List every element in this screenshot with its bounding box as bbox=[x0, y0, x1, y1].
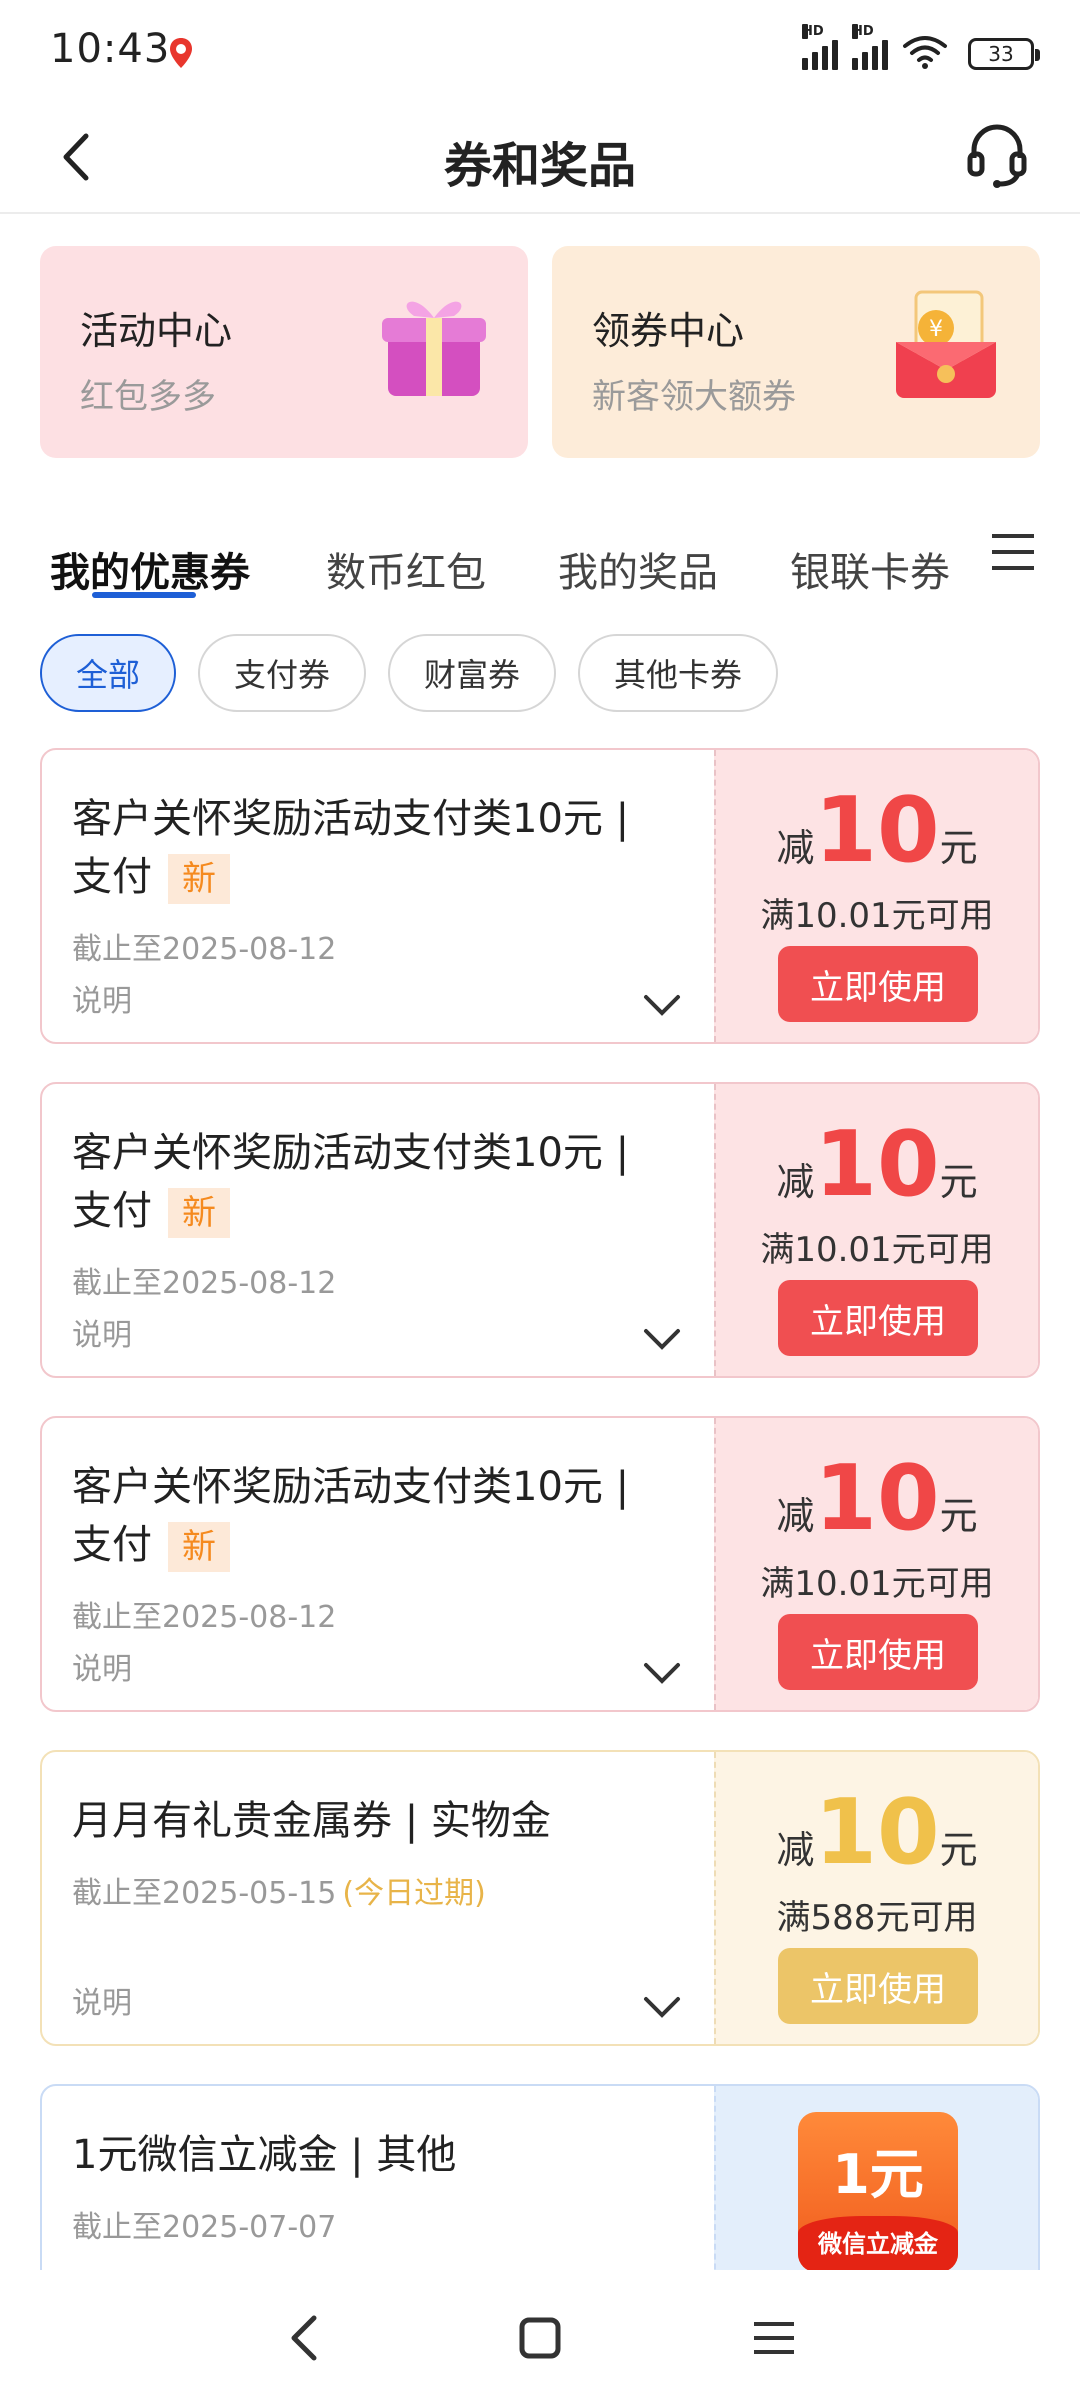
badge-label: 微信立减金 bbox=[798, 2216, 958, 2270]
chevron-down-icon[interactable] bbox=[642, 1994, 682, 2020]
coupon-amount: 减10元 bbox=[776, 778, 978, 883]
nav-back-icon[interactable] bbox=[276, 2310, 336, 2366]
coupon-card[interactable]: 客户关怀奖励活动支付类10元 | 支付新 截止至2025-08-12 说明 减1… bbox=[40, 1082, 1040, 1378]
filter-payment[interactable]: 支付券 bbox=[198, 634, 367, 712]
filter-chips: 全部 支付券 财富券 其他卡券 bbox=[40, 634, 779, 714]
signal-icon: HD bbox=[852, 24, 888, 70]
coupon-title: 客户关怀奖励活动支付类10元 | 支付新 bbox=[72, 1458, 672, 1574]
active-tab-indicator bbox=[92, 592, 196, 598]
tab-my-coupons[interactable]: 我的优惠券 bbox=[50, 540, 250, 598]
wechat-discount-badge: 1元 微信立减金 bbox=[798, 2112, 958, 2270]
coupon-amount: 减10元 bbox=[776, 1112, 978, 1217]
coupon-condition: 满10.01元可用 bbox=[760, 896, 994, 936]
coupon-description-toggle[interactable]: 说明 bbox=[72, 1310, 132, 1354]
coupon-description-toggle[interactable]: 说明 bbox=[72, 1978, 132, 2022]
coupon-card[interactable]: 1元微信立减金 | 其他 截止至2025-07-07 1元 微信立减金 bbox=[40, 2084, 1040, 2270]
gift-box-icon bbox=[382, 301, 486, 396]
battery-icon: 33 bbox=[968, 38, 1040, 70]
page-title: 券和奖品 bbox=[443, 138, 636, 194]
coupon-title: 1元微信立减金 | 其他 bbox=[72, 2132, 457, 2178]
coupon-amount: 减10元 bbox=[776, 1780, 978, 1885]
content-area: 活动中心 红包多多 领券中心 新客领大额券 ¥ 我的优惠券 数币红包 我的奖品 … bbox=[0, 214, 1080, 2270]
expiry-warning: (今日过期) bbox=[342, 1876, 486, 1911]
new-badge: 新 bbox=[168, 1188, 230, 1238]
coupon-amount: 减10元 bbox=[776, 1446, 978, 1551]
coupon-expiry: 截止至2025-07-07 bbox=[72, 2210, 337, 2245]
tab-digital-red-packet[interactable]: 数币红包 bbox=[326, 540, 486, 598]
svg-text:¥: ¥ bbox=[929, 317, 943, 342]
new-badge: 新 bbox=[168, 854, 230, 904]
nav-recents-icon[interactable] bbox=[744, 2310, 804, 2366]
coupon-title: 客户关怀奖励活动支付类10元 | 支付新 bbox=[72, 790, 672, 906]
new-badge: 新 bbox=[168, 1522, 230, 1572]
activity-center-card[interactable]: 活动中心 红包多多 bbox=[40, 246, 528, 458]
coupon-expiry: 截止至2025-08-12 bbox=[72, 1266, 337, 1301]
coupon-card[interactable]: 月月有礼贵金属券 | 实物金 截止至2025-05-15 (今日过期) 说明 减1… bbox=[40, 1750, 1040, 2046]
coupon-center-card[interactable]: 领券中心 新客领大额券 ¥ bbox=[552, 246, 1040, 458]
coupon-card[interactable]: 客户关怀奖励活动支付类10元 | 支付新 截止至2025-08-12 说明 减1… bbox=[40, 748, 1040, 1044]
use-now-button[interactable]: 立即使用 bbox=[778, 1614, 978, 1690]
coupon-condition: 满10.01元可用 bbox=[760, 1564, 994, 1604]
red-envelope-icon: ¥ bbox=[896, 290, 996, 398]
coupon-title: 月月有礼贵金属券 | 实物金 bbox=[72, 1798, 551, 1844]
status-indicators: HD HD 33 bbox=[802, 24, 1040, 70]
coupon-condition: 满588元可用 bbox=[776, 1898, 978, 1938]
page-header: 券和奖品 bbox=[0, 100, 1080, 214]
promo-cards: 活动中心 红包多多 领券中心 新客领大额券 ¥ bbox=[40, 246, 1040, 458]
coupon-condition: 满10.01元可用 bbox=[760, 1230, 994, 1270]
chevron-down-icon[interactable] bbox=[642, 1660, 682, 1686]
wifi-icon bbox=[903, 36, 947, 69]
coupon-title: 客户关怀奖励活动支付类10元 | 支付新 bbox=[72, 1124, 672, 1240]
chevron-down-icon[interactable] bbox=[642, 992, 682, 1018]
nav-home-icon[interactable] bbox=[510, 2310, 570, 2366]
coupon-expiry: 截止至2025-08-12 bbox=[72, 1600, 337, 1635]
use-now-button[interactable]: 立即使用 bbox=[778, 1280, 978, 1356]
tab-unionpay-cards[interactable]: 银联卡券 bbox=[790, 540, 950, 598]
use-now-button[interactable]: 立即使用 bbox=[778, 946, 978, 1022]
tab-my-prizes[interactable]: 我的奖品 bbox=[558, 540, 718, 598]
coupon-tabs: 我的优惠券 数币红包 我的奖品 银联卡券 bbox=[0, 514, 1080, 624]
menu-icon[interactable] bbox=[990, 530, 1036, 574]
chevron-down-icon[interactable] bbox=[642, 1326, 682, 1352]
status-bar: 10:43 HD HD 33 bbox=[0, 0, 1080, 100]
filter-wealth[interactable]: 财富券 bbox=[388, 634, 557, 712]
coupon-description-toggle[interactable]: 说明 bbox=[72, 976, 132, 1020]
location-app-icon bbox=[170, 38, 192, 68]
filter-other-cards[interactable]: 其他卡券 bbox=[578, 634, 779, 712]
signal-icon: HD bbox=[802, 24, 838, 70]
badge-amount: 1元 bbox=[832, 2143, 924, 2206]
use-now-button[interactable]: 立即使用 bbox=[778, 1948, 978, 2024]
coupon-expiry: 截止至2025-08-12 bbox=[72, 932, 337, 967]
system-nav-bar bbox=[0, 2270, 1080, 2400]
coupon-expiry: 截止至2025-05-15 (今日过期) bbox=[72, 1876, 486, 1911]
customer-service-icon[interactable] bbox=[964, 120, 1030, 190]
coupon-card[interactable]: 客户关怀奖励活动支付类10元 | 支付新 截止至2025-08-12 说明 减1… bbox=[40, 1416, 1040, 1712]
coupon-description-toggle[interactable]: 说明 bbox=[72, 1644, 132, 1688]
status-time: 10:43 bbox=[50, 26, 171, 72]
filter-all[interactable]: 全部 bbox=[40, 634, 177, 712]
